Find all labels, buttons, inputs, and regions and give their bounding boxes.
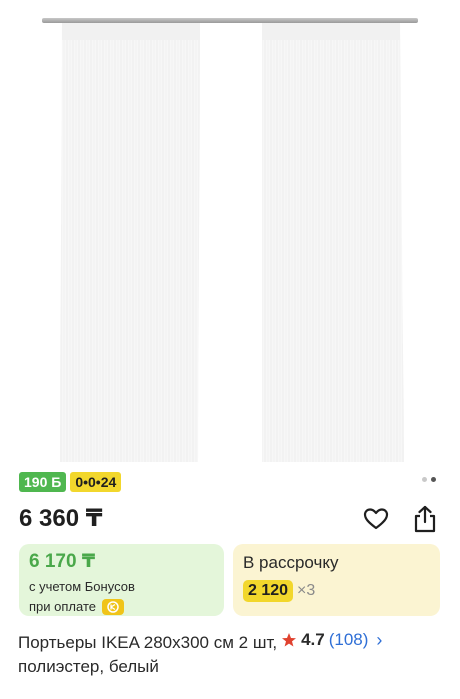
heart-icon [363, 508, 389, 530]
share-icon [414, 505, 436, 533]
product-image[interactable] [0, 0, 460, 462]
bonus-line-2: при оплате [29, 597, 214, 617]
promo-badges: 190 Б 0•0•24 [19, 472, 122, 492]
bonus-price-card[interactable]: 6 170 ₸ с учетом Бонусов при оплате [19, 544, 224, 616]
bonus-line-1: с учетом Бонусов [29, 579, 135, 594]
kaspi-pay-glyph [107, 601, 119, 613]
rating[interactable]: 4.7 (108) › [281, 628, 382, 652]
product-title-line-1: Портьеры IKEA 280х300 см 2 шт, 4.7 (108) › [18, 628, 448, 655]
curtains-image [0, 0, 460, 462]
bonus-price: 6 170 ₸ [29, 551, 96, 572]
bonus-badge: 190 Б [19, 472, 67, 492]
installment-badge: 0•0•24 [70, 472, 122, 492]
installment-card[interactable]: В рассрочку 2 120 ×3 [233, 544, 440, 616]
product-title-text-1: Портьеры IKEA 280х300 см 2 шт, [18, 633, 278, 652]
pager-dot-active[interactable] [431, 477, 436, 482]
chevron-right-icon[interactable]: › [376, 628, 382, 652]
installment-multiplier: ×3 [297, 582, 316, 599]
kaspi-pay-icon [101, 599, 124, 615]
favorite-button[interactable] [361, 504, 391, 534]
installment-amount: 2 120 [243, 580, 294, 602]
installment-row: 2 120 ×3 [243, 580, 430, 602]
product-title-line-2: полиэстер, белый [18, 657, 159, 676]
image-pager[interactable] [422, 477, 436, 482]
rating-value: 4.7 [301, 630, 325, 649]
price: 6 360 ₸ [19, 505, 103, 532]
installment-title: В рассрочку [243, 553, 339, 572]
share-button[interactable] [410, 504, 440, 534]
pager-dot[interactable] [422, 477, 427, 482]
product-title: Портьеры IKEA 280х300 см 2 шт, 4.7 (108) › … [18, 628, 448, 679]
reviews-count[interactable]: (108) [329, 628, 369, 652]
star-icon [282, 633, 297, 647]
bonus-line-2-text: при оплате [29, 599, 96, 614]
